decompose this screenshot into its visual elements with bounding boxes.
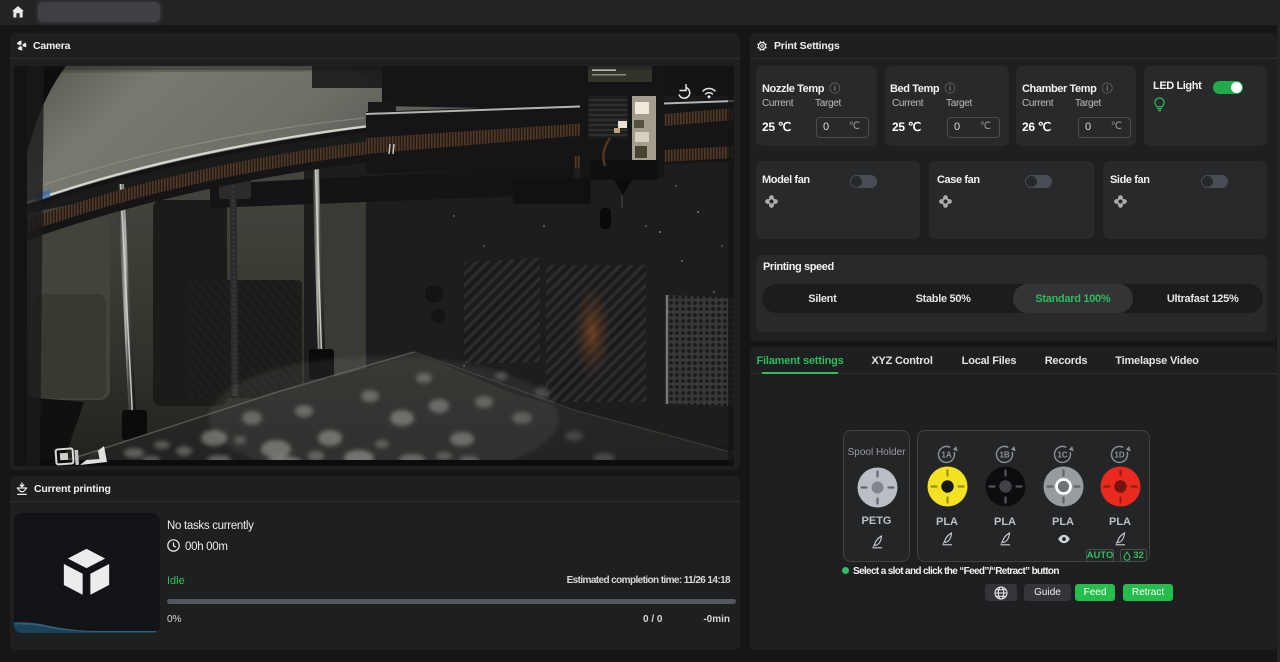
svg-text:1D: 1D [1114, 450, 1124, 459]
svg-text:1C: 1C [1057, 450, 1067, 459]
svg-text:1B: 1B [999, 450, 1009, 459]
svg-text:1A: 1A [941, 450, 951, 459]
